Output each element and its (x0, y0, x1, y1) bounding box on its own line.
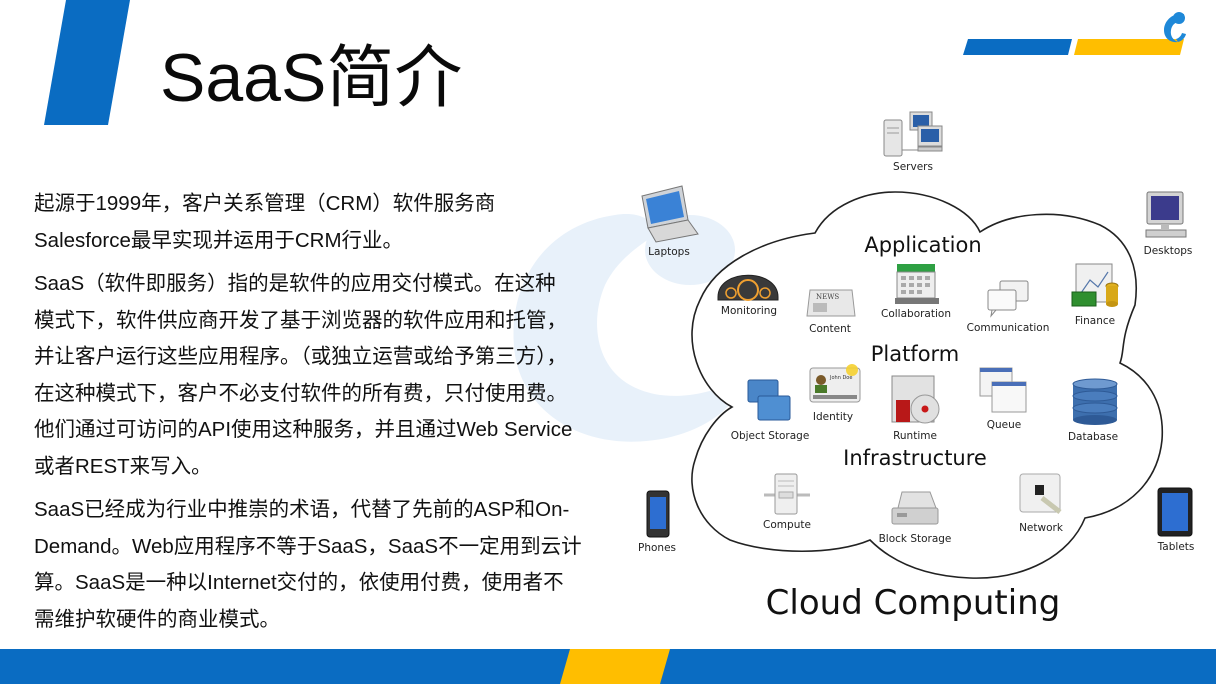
layer-infrastructure-label: Infrastructure (843, 446, 987, 470)
text-line: 或者REST来写入。 (34, 454, 212, 478)
finance-icon (1071, 263, 1119, 307)
database-icon (1072, 378, 1118, 425)
identity-card-icon: John Doe (809, 364, 861, 403)
laptops-label: Laptops (648, 246, 690, 258)
text-line: 模式下，软件供应商开发了基于浏览器的软件应用和托管， (34, 308, 567, 332)
blue-stripe (963, 39, 1072, 55)
logo-icon (1164, 12, 1186, 43)
body-text: 起源于1999年，客户关系管理（CRM）软件服务商 Salesforce最早实现… (34, 186, 634, 645)
content-icon: NEWS (806, 289, 856, 317)
runtime-icon (891, 375, 940, 424)
content-label: Content (809, 323, 851, 335)
communication-label: Communication (967, 322, 1050, 334)
text-line: 他们通过可访问的API使用这种服务，并且通过Web Service (34, 418, 573, 441)
tablet-icon (1157, 487, 1193, 537)
compute-label: Compute (763, 519, 811, 531)
layer-application-label: Application (864, 233, 981, 257)
text-line: 在这种模式下，客户不必支付软件的所有费，只付使用费。 (34, 381, 567, 405)
text-line: SaaS已经成为行业中推崇的术语，代替了先前的ASP和On- (34, 498, 570, 521)
desktops-label: Desktops (1144, 245, 1193, 257)
cloud-computing-diagram: Application Platform Infrastructure Serv… (638, 111, 1195, 623)
diagram-caption: Cloud Computing (766, 583, 1061, 623)
servers-icon (883, 111, 943, 157)
layer-platform-label: Platform (871, 342, 960, 366)
database-label: Database (1068, 431, 1118, 443)
phone-icon (646, 490, 670, 538)
footer-bar (0, 649, 1216, 684)
slide-title: SaaS简介 (160, 40, 463, 116)
runtime-label: Runtime (893, 430, 937, 442)
finance-label: Finance (1075, 315, 1115, 327)
yellow-stripe (1074, 39, 1184, 55)
collaboration-calendar-icon (895, 264, 939, 304)
collaboration-label: Collaboration (881, 308, 951, 320)
text-line: 算。SaaS是一种以Internet交付的，依使用付费，使用者不 (34, 571, 564, 594)
identity-label: Identity (813, 411, 853, 423)
identity-card-name: John Doe (829, 375, 852, 381)
servers-label: Servers (893, 161, 933, 173)
network-label: Network (1019, 522, 1064, 534)
monitoring-label: Monitoring (721, 305, 777, 317)
text-line: 起源于1999年，客户关系管理（CRM）软件服务商 (34, 192, 496, 215)
desktop-icon (1145, 191, 1187, 238)
paragraph-origin: 起源于1999年，客户关系管理（CRM）软件服务商 Salesforce最早实现… (34, 186, 634, 259)
paragraph-definition: SaaS（软件即服务）指的是软件的应用交付模式。在这种 模式下，软件供应商开发了… (34, 266, 634, 485)
object-storage-label: Object Storage (731, 430, 810, 442)
text-line: Salesforce最早实现并运用于CRM行业。 (34, 228, 404, 252)
laptop-icon (641, 185, 699, 243)
tablets-label: Tablets (1157, 541, 1195, 553)
header-decoration (963, 12, 1186, 55)
paragraph-terminology: SaaS已经成为行业中推崇的术语，代替了先前的ASP和On- Demand。We… (34, 492, 634, 638)
network-port-icon (1019, 473, 1062, 514)
block-storage-label: Block Storage (879, 533, 952, 545)
queue-label: Queue (987, 419, 1022, 431)
phones-label: Phones (638, 542, 676, 554)
title-accent-block (44, 0, 130, 125)
footer-yellow-accent (560, 649, 670, 684)
text-line: SaaS（软件即服务）指的是软件的应用交付模式。在这种 (34, 272, 556, 295)
content-icon-text: NEWS (816, 293, 839, 301)
text-line: 并让客户运行这些应用程序。（或独立运营或给予第三方）， (34, 345, 567, 368)
text-line: Demand。Web应用程序不等于SaaS，SaaS不一定用到云计 (34, 534, 582, 558)
text-line: 需维护软硬件的商业模式。 (34, 607, 280, 631)
